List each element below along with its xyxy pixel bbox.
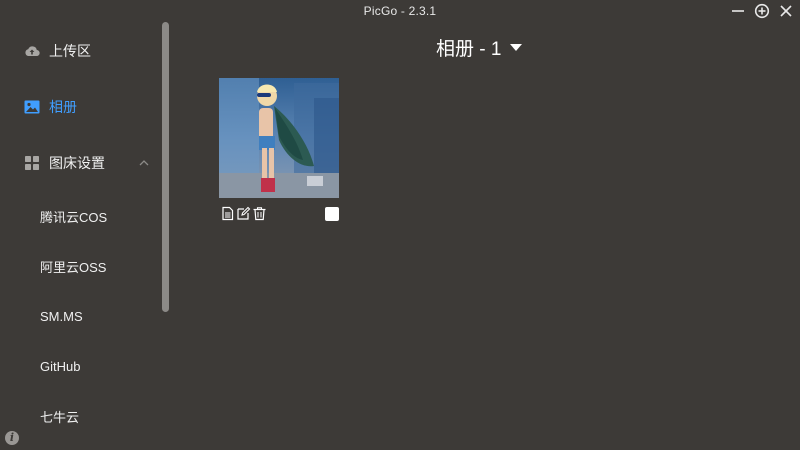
cloud-upload-icon [25,46,40,57]
sidebar-subitem-tencent-cos[interactable]: 腾讯云COS [0,198,160,234]
sidebar-item-gallery[interactable]: 相册 [0,89,160,125]
sidebar-subitem-qiniu[interactable]: 七牛云 [0,398,160,434]
sidebar-subitem-github[interactable]: GitHub [0,348,160,384]
sidebar-subitem-label: GitHub [40,358,81,374]
sidebar-subitem-label: 阿里云OSS [40,259,107,275]
sidebar-item-label: 相册 [49,99,77,115]
pin-icon [754,3,770,19]
pin-button[interactable] [754,3,770,19]
sidebar-subitem-smms[interactable]: SM.MS [0,298,160,334]
copy-icon[interactable] [220,206,235,221]
sidebar-subitem-label: 七牛云 [40,409,80,425]
sidebar-subitem-label: SM.MS [40,308,83,324]
minimize-button[interactable] [730,3,746,19]
info-icon[interactable]: i [5,431,19,445]
gallery-image-card [219,78,339,223]
chevron-up-icon [139,160,149,166]
sidebar: 上传区 相册 图床设置 腾讯云COS 阿里云OSS SM.MS GitHub 七… [0,22,170,450]
edit-icon[interactable] [236,206,251,221]
sidebar-subitem-aliyun-oss[interactable]: 阿里云OSS [0,248,160,284]
close-icon [780,5,792,17]
image-icon [24,100,40,114]
thumbnail-image [219,78,339,198]
delete-icon[interactable] [252,206,267,221]
gallery-title-dropdown[interactable]: 相册 - 1 [436,34,523,60]
title-bar[interactable]: PicGo - 2.3.1 [0,0,800,22]
sidebar-item-picbed-settings[interactable]: 图床设置 [0,145,160,181]
minimize-icon [732,10,744,12]
close-button[interactable] [778,3,794,19]
sidebar-item-label: 图床设置 [49,155,105,171]
grid-icon [25,156,39,170]
gallery-thumbnail[interactable] [219,78,339,198]
caret-down-icon [510,43,523,51]
gallery-title: 相册 - 1 [436,38,502,60]
app-window: PicGo - 2.3.1 上传区 相册 图床设置 腾讯云COS 阿里云OSS … [0,0,800,450]
sidebar-item-label: 上传区 [49,43,91,59]
card-actions [219,206,339,222]
window-title: PicGo - 2.3.1 [363,4,437,18]
sidebar-subitem-label: 腾讯云COS [40,209,108,225]
window-controls [730,2,794,20]
sidebar-item-upload[interactable]: 上传区 [0,33,160,69]
select-checkbox[interactable] [325,207,339,221]
sidebar-scrollbar[interactable] [162,22,169,312]
